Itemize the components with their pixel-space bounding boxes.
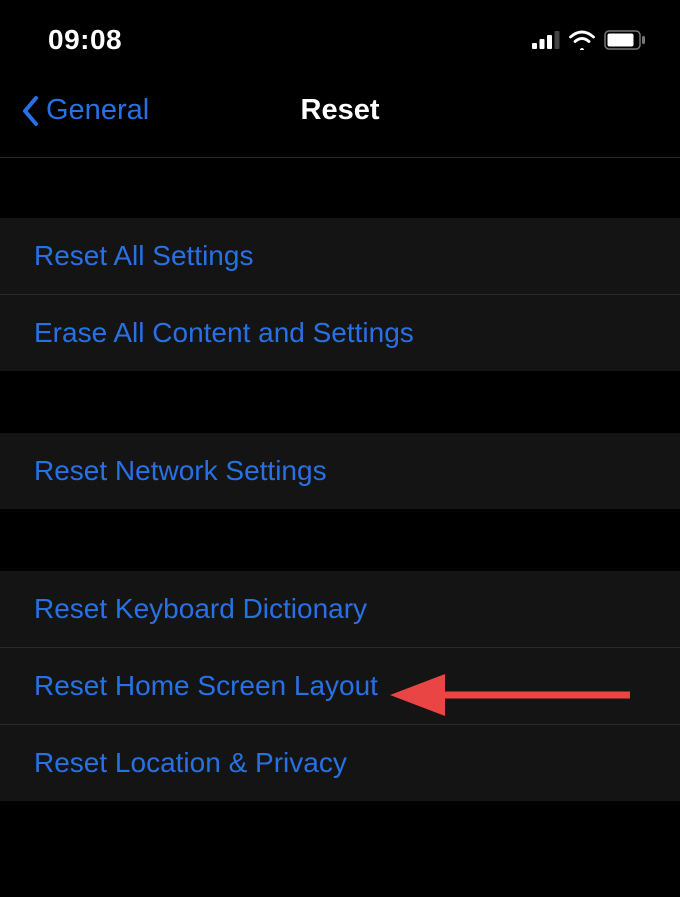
menu-section: Reset Keyboard Dictionary Reset Home Scr… [0, 571, 680, 801]
menu-item-label: Reset Network Settings [34, 455, 327, 486]
wifi-icon [568, 30, 596, 50]
menu-item-label: Erase All Content and Settings [34, 317, 414, 348]
chevron-left-icon [20, 95, 40, 127]
menu-section: Reset All Settings Erase All Content and… [0, 218, 680, 371]
section-gap [0, 158, 680, 218]
erase-all-content-item[interactable]: Erase All Content and Settings [0, 295, 680, 371]
menu-item-label: Reset All Settings [34, 240, 253, 271]
reset-network-settings-item[interactable]: Reset Network Settings [0, 433, 680, 509]
menu-item-label: Reset Home Screen Layout [34, 670, 378, 701]
cellular-signal-icon [532, 31, 560, 49]
status-icons [532, 30, 646, 50]
status-bar: 09:08 [0, 0, 680, 74]
reset-all-settings-item[interactable]: Reset All Settings [0, 218, 680, 295]
reset-home-screen-layout-item[interactable]: Reset Home Screen Layout [0, 648, 680, 725]
menu-section: Reset Network Settings [0, 433, 680, 509]
nav-bar: General Reset [0, 74, 680, 157]
back-button[interactable]: General [20, 94, 149, 127]
reset-location-privacy-item[interactable]: Reset Location & Privacy [0, 725, 680, 801]
menu-item-label: Reset Location & Privacy [34, 747, 347, 778]
reset-keyboard-dictionary-item[interactable]: Reset Keyboard Dictionary [0, 571, 680, 648]
page-title: Reset [301, 94, 380, 127]
back-button-label: General [46, 94, 149, 127]
status-time: 09:08 [48, 24, 122, 56]
section-gap [0, 509, 680, 571]
section-gap [0, 371, 680, 433]
battery-icon [604, 30, 646, 50]
menu-item-label: Reset Keyboard Dictionary [34, 593, 367, 624]
